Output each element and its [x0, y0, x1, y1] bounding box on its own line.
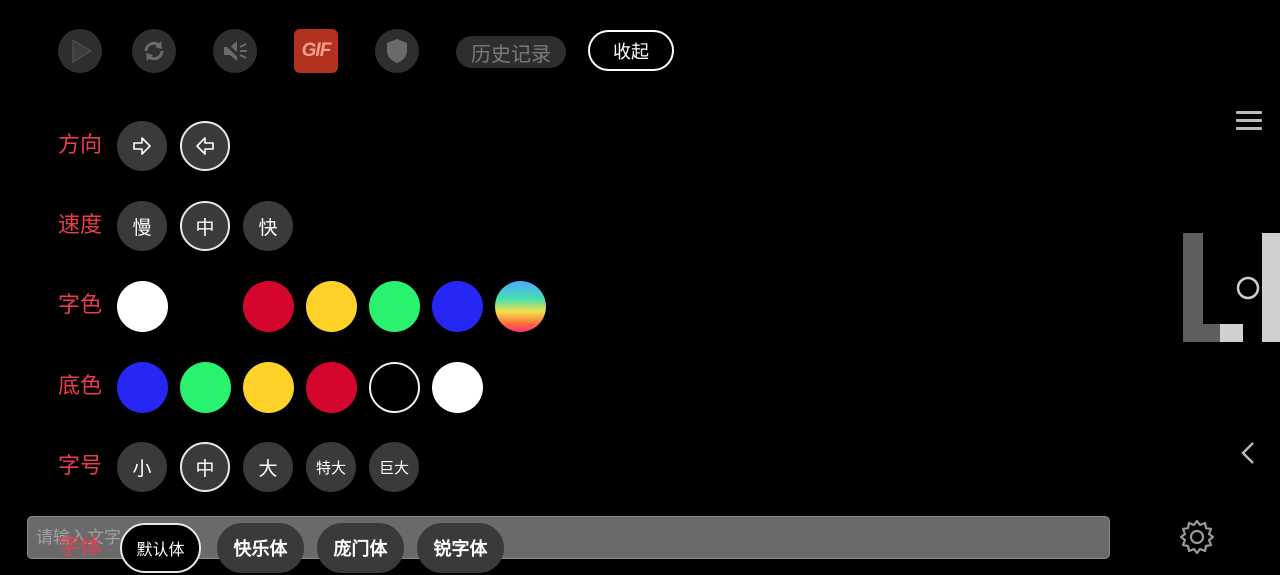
text-color-red-swatch[interactable]	[243, 281, 294, 332]
direction-label: 方向	[58, 133, 103, 158]
shield-button[interactable]	[375, 29, 419, 73]
bg-color-green-swatch[interactable]	[180, 362, 231, 413]
font-family-pangmen-label: 庞门体	[333, 539, 388, 560]
bg-color-yellow-swatch[interactable]	[243, 362, 294, 413]
font-family-label: 字体	[58, 535, 103, 560]
font-size-xlarge-button[interactable]: 特大	[306, 442, 356, 492]
font-family-default-button[interactable]: 默认体	[120, 523, 201, 573]
play-icon	[72, 39, 92, 63]
font-size-large-button[interactable]: 大	[243, 442, 293, 492]
font-family-rui-button[interactable]: 锐字体	[417, 523, 504, 573]
text-color-label: 字色	[58, 293, 103, 318]
font-size-medium-label: 中	[195, 457, 215, 480]
mute-button[interactable]	[213, 29, 257, 73]
font-size-small-button[interactable]: 小	[117, 442, 167, 492]
refresh-icon	[144, 41, 164, 61]
font-size-large-label: 大	[258, 457, 278, 480]
mute-icon	[221, 39, 247, 64]
speed-label: 速度	[58, 213, 103, 238]
font-family-happy-label: 快乐体	[233, 539, 288, 560]
direction-right-button[interactable]	[117, 121, 167, 171]
right-arrow-icon	[133, 137, 151, 155]
font-family-default-label: 默认体	[136, 540, 185, 559]
play-button[interactable]	[58, 29, 102, 73]
hamburger-menu-icon[interactable]	[1236, 111, 1262, 133]
font-size-huge-label: 巨大	[378, 458, 409, 477]
text-color-green-swatch[interactable]	[369, 281, 420, 332]
font-family-pangmen-button[interactable]: 庞门体	[317, 523, 404, 573]
shield-icon	[387, 39, 407, 63]
chevron-left-icon[interactable]	[1238, 440, 1258, 470]
history-button[interactable]: 历史记录	[456, 36, 566, 68]
text-color-white-swatch[interactable]	[117, 281, 168, 332]
gif-button[interactable]: GIF	[294, 29, 338, 73]
font-size-huge-button[interactable]: 巨大	[369, 442, 419, 492]
font-family-happy-button[interactable]: 快乐体	[217, 523, 304, 573]
speed-slow-label: 慢	[132, 216, 152, 239]
preview-scroll-text	[1183, 233, 1280, 342]
text-color-blue-swatch[interactable]	[432, 281, 483, 332]
font-size-xlarge-label: 特大	[315, 458, 346, 477]
bg-color-blue-swatch[interactable]	[117, 362, 168, 413]
bg-color-red-swatch[interactable]	[306, 362, 357, 413]
text-color-gradient-swatch[interactable]	[495, 281, 546, 332]
speed-fast-label: 快	[258, 216, 278, 239]
speed-slow-button[interactable]: 慢	[117, 201, 167, 251]
font-size-label: 字号	[58, 454, 103, 479]
collapse-label: 收起	[613, 41, 649, 63]
direction-left-button[interactable]	[180, 121, 230, 171]
bg-color-white-swatch[interactable]	[432, 362, 483, 413]
collapse-button[interactable]: 收起	[588, 30, 674, 71]
font-size-small-label: 小	[132, 457, 152, 480]
font-size-medium-button[interactable]: 中	[180, 442, 230, 492]
text-color-black-swatch[interactable]	[180, 281, 231, 332]
speed-medium-button[interactable]: 中	[180, 201, 230, 251]
bg-color-label: 底色	[58, 374, 103, 399]
history-label: 历史记录	[471, 41, 551, 66]
left-arrow-icon	[196, 137, 214, 155]
refresh-button[interactable]	[132, 29, 176, 73]
bg-color-black-swatch[interactable]	[369, 362, 420, 413]
text-color-yellow-swatch[interactable]	[306, 281, 357, 332]
speed-medium-label: 中	[195, 216, 215, 239]
font-family-rui-label: 锐字体	[433, 539, 488, 560]
gif-label: GIF	[301, 40, 332, 61]
gear-icon[interactable]	[1177, 517, 1217, 561]
speed-fast-button[interactable]: 快	[243, 201, 293, 251]
